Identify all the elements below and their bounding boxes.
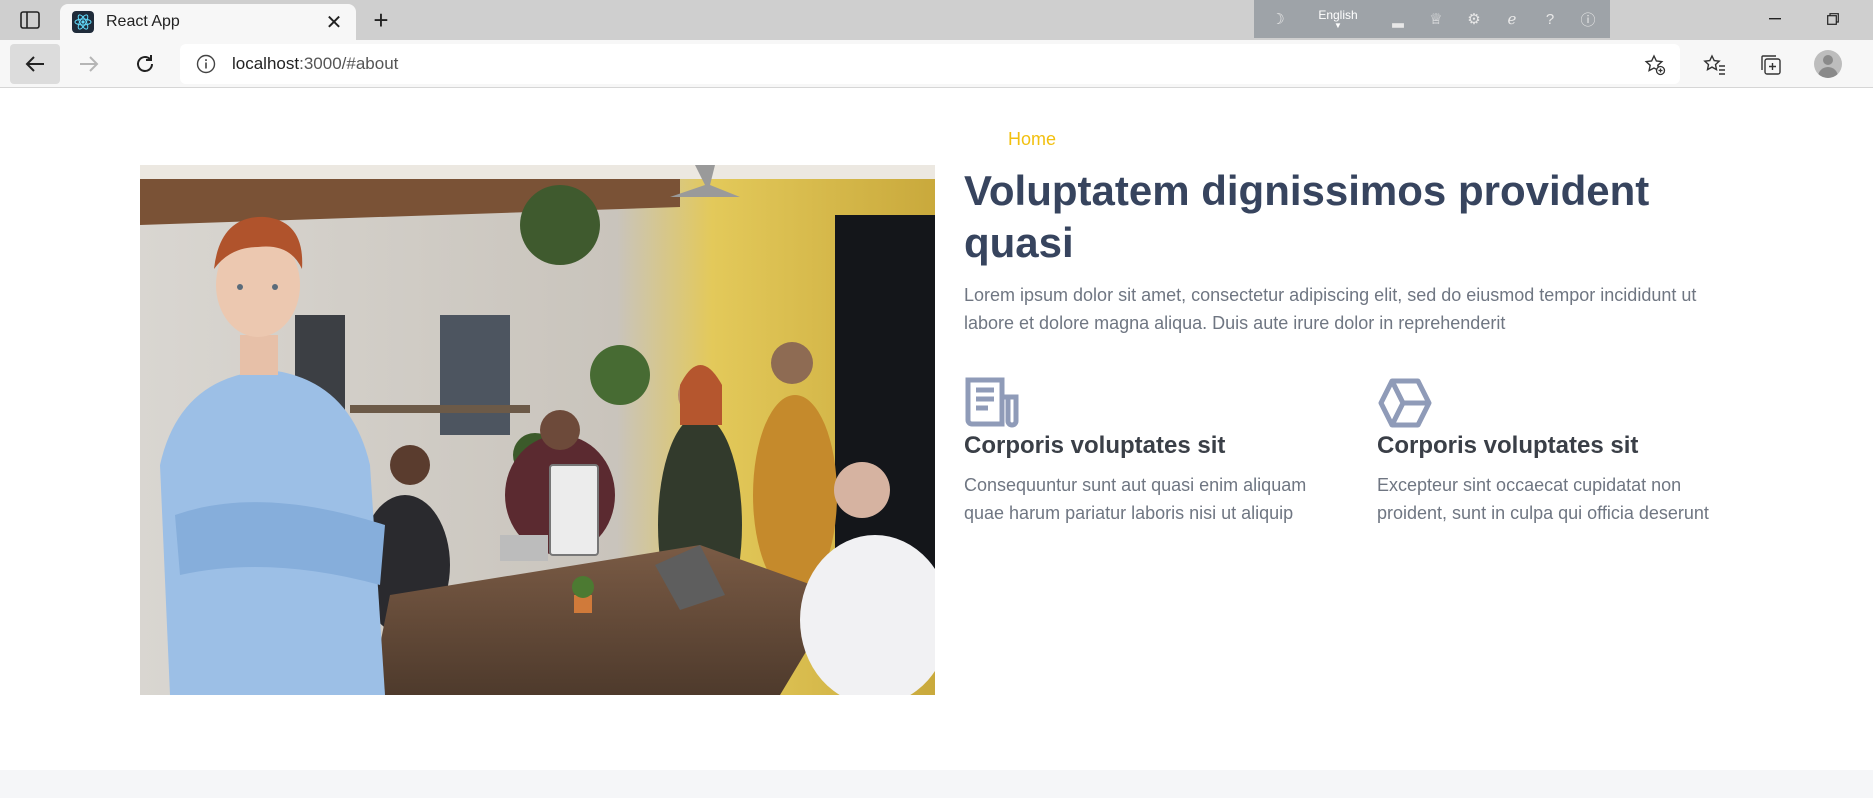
feature-title: Corporis voluptates sit — [1377, 432, 1639, 459]
team-meeting-photo — [140, 165, 935, 695]
about-page: Home Voluptatem dignissimos provident qu… — [0, 89, 1873, 798]
cube-icon — [1377, 377, 1433, 429]
browser-toolbar: localhost:3000/#about — [0, 40, 1873, 88]
chevron-down-icon: ▼ — [1334, 21, 1342, 30]
avatar-head — [1823, 55, 1833, 65]
avatar-body — [1818, 67, 1838, 78]
feature-text: Consequuntur sunt aut quasi enim aliquam… — [964, 475, 1307, 523]
trophy-icon[interactable]: ♕ — [1426, 9, 1446, 29]
browser-tab-strip: React App ✕ + ☽ English ▼ ▂ ♕ ⚙ ℯ ? ⓘ — [0, 0, 1873, 40]
url-host: localhost — [232, 54, 300, 73]
nav-link-home[interactable]: Home — [1008, 129, 1056, 150]
about-content: Voluptatem dignissimos provident quasi L… — [964, 165, 1744, 337]
feature-item: Corporis voluptates sit Consequuntur sun… — [964, 377, 1334, 527]
forward-button[interactable] — [64, 44, 114, 84]
ie-icon[interactable]: ℯ — [1502, 9, 1522, 29]
minimize-icon[interactable] — [1752, 4, 1798, 34]
gear-icon[interactable]: ⚙ — [1464, 9, 1484, 29]
browser-tab[interactable]: React App ✕ — [60, 4, 356, 40]
feature-list: Corporis voluptates sit Consequuntur sun… — [964, 377, 1744, 557]
address-bar[interactable]: localhost:3000/#about — [180, 44, 1680, 84]
feature-item: Corporis voluptates sit Excepteur sint o… — [1377, 377, 1747, 527]
language-label: English — [1318, 8, 1358, 22]
url-text: localhost:3000/#about — [232, 54, 398, 74]
info-icon[interactable]: ⓘ — [1578, 9, 1598, 29]
extension-logo-icon[interactable]: ☽ — [1268, 9, 1288, 29]
favorites-icon[interactable] — [1702, 52, 1728, 78]
new-tab-button[interactable]: + — [366, 5, 396, 35]
tab-actions-icon[interactable] — [12, 8, 48, 32]
footer-section — [0, 770, 1873, 798]
profile-avatar[interactable] — [1814, 50, 1842, 78]
restore-icon[interactable] — [1810, 4, 1856, 34]
reload-button[interactable] — [120, 44, 170, 84]
site-info-icon[interactable] — [196, 54, 216, 74]
tab-title: React App — [106, 13, 180, 30]
language-selector[interactable]: English ▼ — [1306, 8, 1370, 30]
about-heading: Voluptatem dignissimos provident quasi — [964, 167, 1650, 266]
help-icon[interactable]: ? — [1540, 9, 1560, 29]
back-button[interactable] — [10, 44, 60, 84]
extension-toolbar: ☽ English ▼ ▂ ♕ ⚙ ℯ ? ⓘ — [1254, 0, 1610, 38]
react-logo-icon — [72, 11, 94, 33]
feature-title: Corporis voluptates sit — [964, 432, 1226, 459]
close-tab-icon[interactable]: ✕ — [320, 8, 348, 36]
add-favorite-icon[interactable] — [1644, 54, 1666, 76]
newspaper-icon — [964, 377, 1020, 429]
about-lead-text: Lorem ipsum dolor sit amet, consectetur … — [964, 285, 1697, 333]
feature-text: Excepteur sint occaecat cupidatat non pr… — [1377, 475, 1709, 523]
collections-icon[interactable] — [1758, 52, 1784, 78]
url-path: :3000/#about — [299, 54, 399, 73]
hat-icon[interactable]: ▂ — [1388, 9, 1408, 29]
